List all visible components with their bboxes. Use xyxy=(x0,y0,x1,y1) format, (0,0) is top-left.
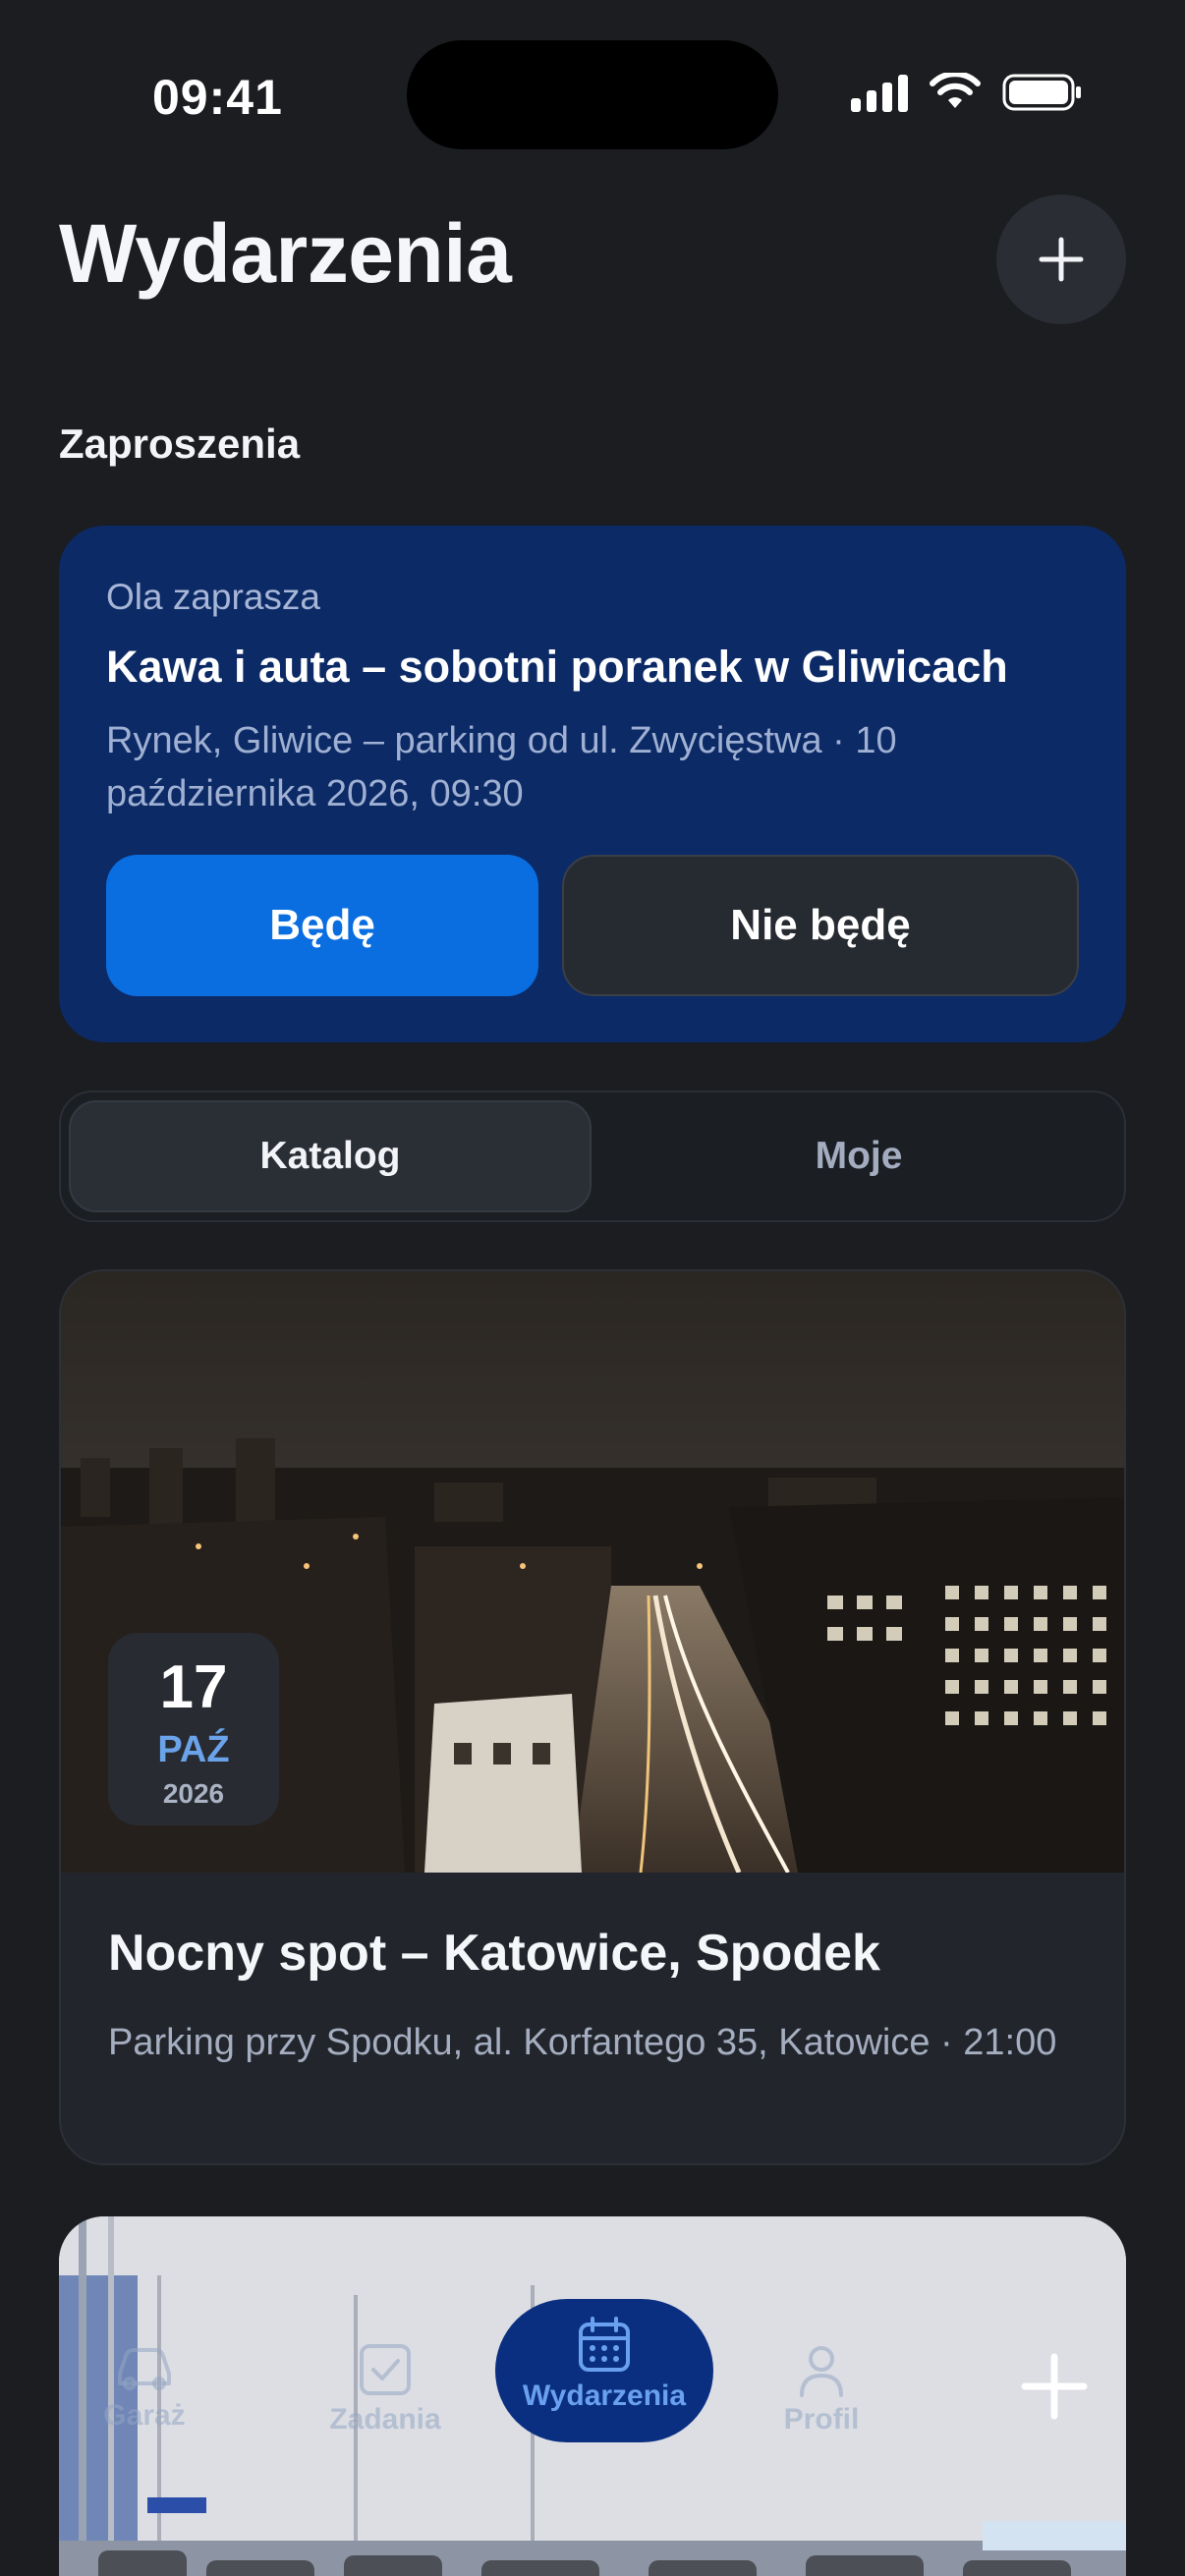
page-title: Wydarzenia xyxy=(59,207,512,300)
tab-moje[interactable]: Moje xyxy=(597,1100,1120,1212)
invitation-title: Kawa i auta – sobotni poranek w Gliwicac… xyxy=(106,642,1008,692)
invitation-card: Ola zaprasza Kawa i auta – sobotni poran… xyxy=(59,526,1126,1042)
dynamic-island xyxy=(407,40,778,149)
plus-icon xyxy=(1039,237,1084,282)
tab-label: Zadania xyxy=(329,2403,441,2436)
events-segment-control: Katalog Moje xyxy=(59,1091,1126,1222)
tab-profil[interactable]: Profil xyxy=(733,2319,910,2466)
event-meta: Parking przy Spodku, al. Korfantego 35, … xyxy=(108,2022,1057,2063)
event-date-month: PAŹ xyxy=(157,1729,230,1770)
event-date-year: 2026 xyxy=(162,1778,225,1809)
tab-wydarzenia[interactable]: Wydarzenia xyxy=(495,2299,713,2442)
event-card[interactable]: 17 PAŹ 2026 Nocny spot – Katowice, Spode… xyxy=(59,1269,1126,2165)
car-icon xyxy=(118,2348,171,2390)
status-time: 09:41 xyxy=(152,70,283,125)
event-title: Nocny spot – Katowice, Spodek xyxy=(108,1925,880,1982)
status-icons xyxy=(851,73,1083,112)
invitations-heading: Zaproszenia xyxy=(59,420,301,467)
person-icon xyxy=(800,2346,843,2397)
bottom-tab-bar: Garaż Zadania Wydarzenia Profil xyxy=(0,2289,1185,2505)
event-date-day: 17 xyxy=(159,1653,228,1721)
signal-icon xyxy=(851,73,908,112)
events-screen: 09:41 Wydarzenia Zaproszenia Ola zaprasz… xyxy=(0,0,1185,2576)
decline-invite-button[interactable]: Nie będę xyxy=(562,855,1079,996)
plus-icon[interactable] xyxy=(1012,2344,1097,2429)
add-event-button[interactable] xyxy=(996,195,1126,324)
event-date-badge: 17 PAŹ 2026 xyxy=(108,1633,279,1825)
tab-zadania[interactable]: Zadania xyxy=(297,2319,474,2466)
tab-garaz[interactable]: Garaż xyxy=(56,2319,233,2466)
tab-katalog[interactable]: Katalog xyxy=(69,1100,592,1212)
wifi-icon xyxy=(930,73,981,108)
tab-label: Garaż xyxy=(103,2399,186,2432)
accept-invite-button[interactable]: Będę xyxy=(106,855,538,996)
tab-label: Wydarzenia xyxy=(522,2380,687,2412)
checkbox-icon xyxy=(360,2344,411,2395)
tab-label: Profil xyxy=(783,2403,860,2436)
calendar-icon xyxy=(579,2317,630,2372)
invitation-meta: Rynek, Gliwice – parking od ul. Zwycięst… xyxy=(106,720,897,814)
invitation-from: Ola zaprasza xyxy=(106,577,320,617)
battery-icon xyxy=(1002,74,1081,111)
